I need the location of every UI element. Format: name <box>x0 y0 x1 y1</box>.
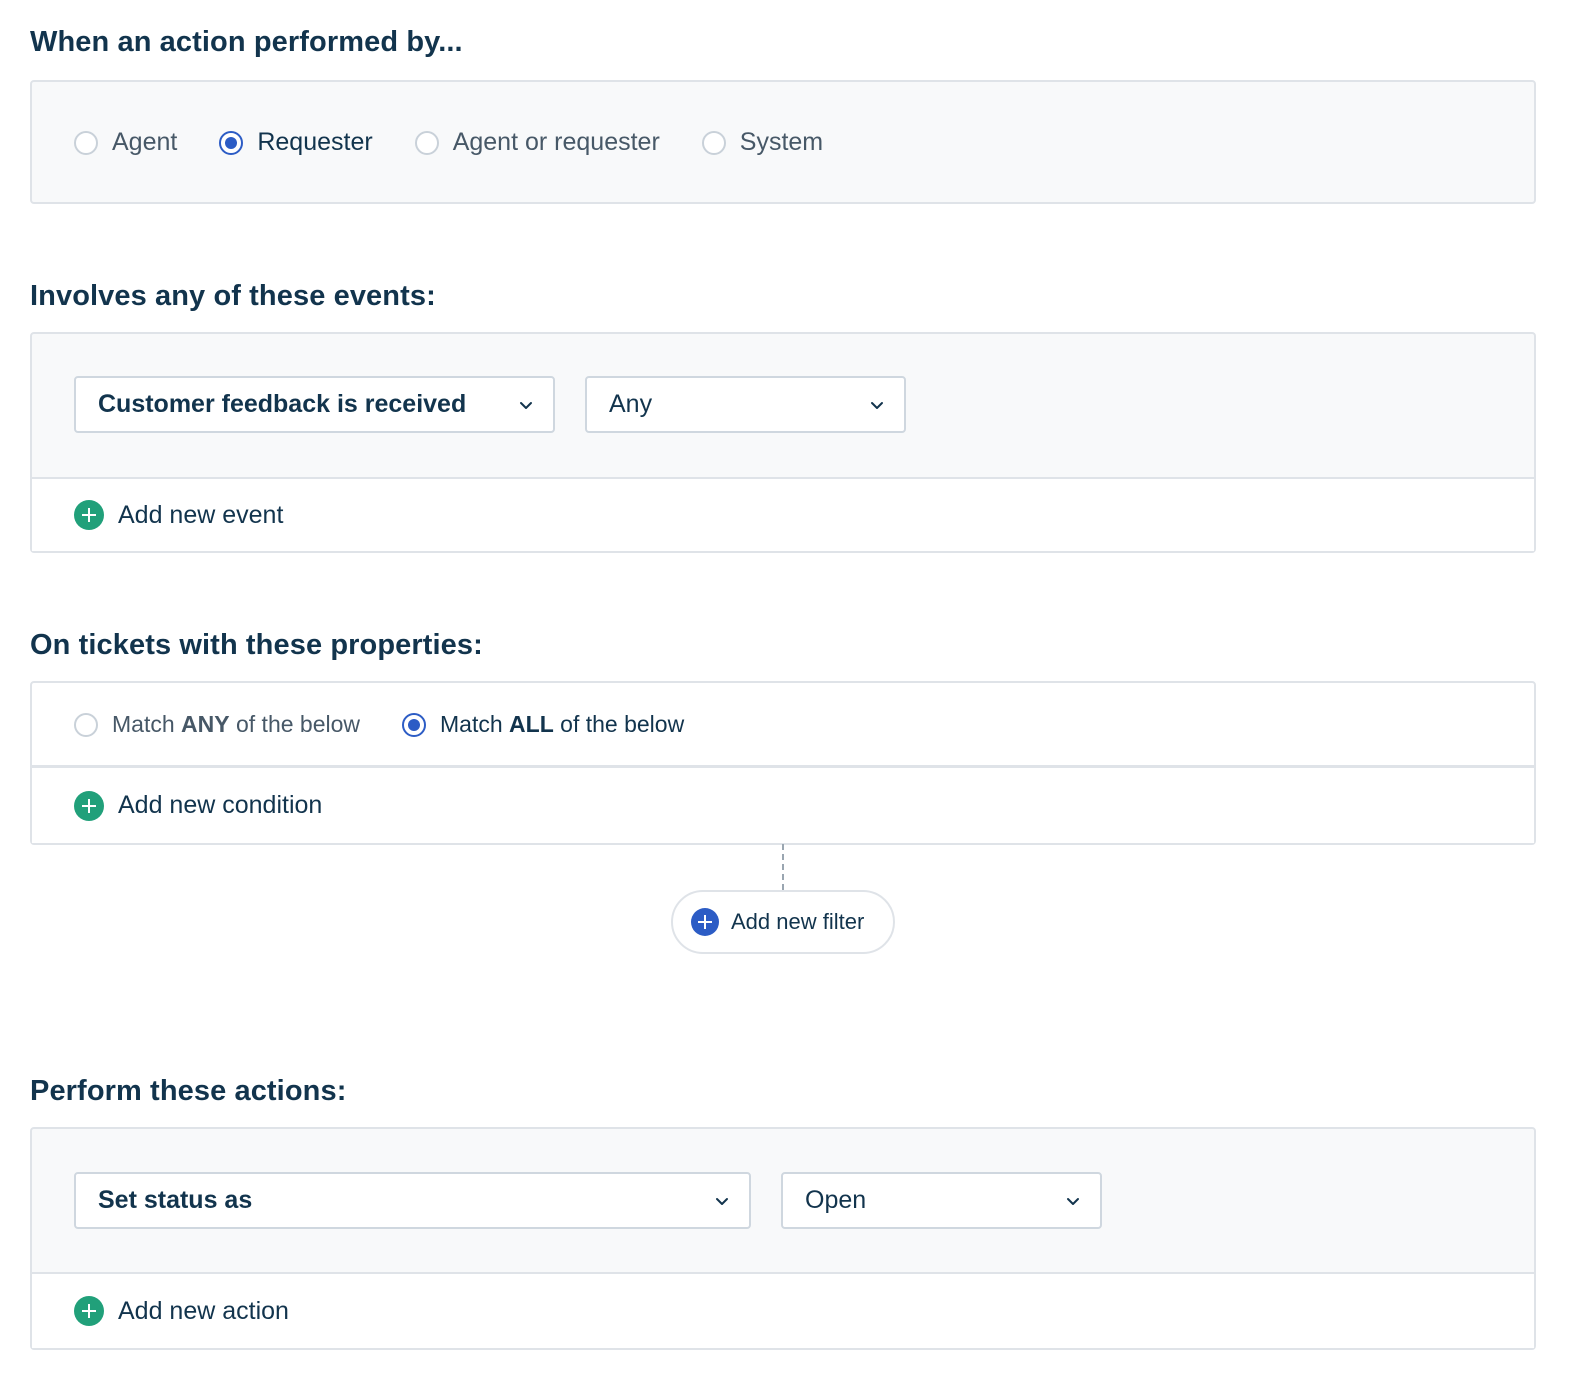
radio-match-any[interactable]: Match ANY of the below <box>74 711 360 738</box>
events-section-title: Involves any of these events: <box>30 280 436 312</box>
radio-circle-icon[interactable] <box>74 712 98 737</box>
radio-agent-or-requester-label: Agent or requester <box>452 128 660 156</box>
add-event-row: Add new event <box>32 477 1534 551</box>
chevron-down-icon <box>1067 1198 1079 1205</box>
radio-system[interactable]: System <box>701 128 824 157</box>
add-new-condition-label: Add new condition <box>118 791 323 819</box>
chevron-down-icon <box>520 402 532 409</box>
radio-circle-selected-icon[interactable] <box>402 712 427 737</box>
radio-circle-icon[interactable] <box>414 130 439 155</box>
performer-radio-group: Agent Requester Agent or requester Syste… <box>74 128 865 157</box>
actions-panel: Set status as Open Add new action <box>30 1127 1536 1350</box>
radio-agent-label: Agent <box>112 128 178 156</box>
radio-requester[interactable]: Requester <box>219 128 373 157</box>
radio-requester-label: Requester <box>257 128 373 156</box>
event-value-select-value: Any <box>609 390 653 418</box>
events-panel: Customer feedback is received Any Add ne… <box>30 332 1536 553</box>
filter-connector-line <box>782 844 784 890</box>
action-type-select[interactable]: Set status as <box>74 1172 751 1229</box>
radio-match-all[interactable]: Match ALL of the below <box>402 711 684 738</box>
radio-match-all-label: Match ALL of the below <box>440 711 685 737</box>
add-new-event-label: Add new event <box>118 500 284 529</box>
radio-agent[interactable]: Agent <box>74 128 177 157</box>
event-type-select-value: Customer feedback is received <box>98 390 467 418</box>
add-action-row: Add new action <box>32 1272 1534 1348</box>
event-type-select[interactable]: Customer feedback is received <box>74 376 555 433</box>
add-new-event-button[interactable]: Add new event <box>74 500 283 530</box>
chevron-down-icon <box>716 1198 728 1205</box>
radio-system-label: System <box>739 128 824 156</box>
chevron-down-icon <box>871 402 883 409</box>
add-new-filter-button[interactable]: Add new filter <box>671 890 895 954</box>
radio-circle-selected-icon[interactable] <box>219 130 244 155</box>
plus-circle-icon <box>691 908 719 936</box>
plus-circle-icon <box>74 500 104 530</box>
action-value-select-value: Open <box>805 1186 867 1214</box>
event-value-select[interactable]: Any <box>585 376 906 433</box>
radio-circle-icon[interactable] <box>74 130 98 155</box>
performer-panel: Agent Requester Agent or requester Syste… <box>30 80 1536 204</box>
properties-section-title: On tickets with these properties: <box>30 629 483 661</box>
add-new-filter-label: Add new filter <box>731 909 865 934</box>
radio-circle-icon[interactable] <box>701 130 726 155</box>
action-type-select-value: Set status as <box>98 1186 253 1214</box>
action-value-select[interactable]: Open <box>781 1172 1102 1229</box>
add-new-condition-button[interactable]: Add new condition <box>74 790 323 821</box>
plus-circle-icon <box>74 1296 104 1326</box>
properties-panel: Match ANY of the below Match ALL of the … <box>30 681 1536 845</box>
actions-section-title: Perform these actions: <box>30 1075 347 1107</box>
add-new-action-label: Add new action <box>118 1296 289 1325</box>
performer-section-title: When an action performed by... <box>30 26 463 58</box>
plus-circle-icon <box>74 790 104 821</box>
radio-agent-or-requester[interactable]: Agent or requester <box>414 128 660 157</box>
add-new-action-button[interactable]: Add new action <box>74 1296 289 1326</box>
add-condition-row: Add new condition <box>32 765 1534 843</box>
match-radio-group: Match ANY of the below Match ALL of the … <box>74 711 726 738</box>
radio-match-any-label: Match ANY of the below <box>112 711 361 737</box>
